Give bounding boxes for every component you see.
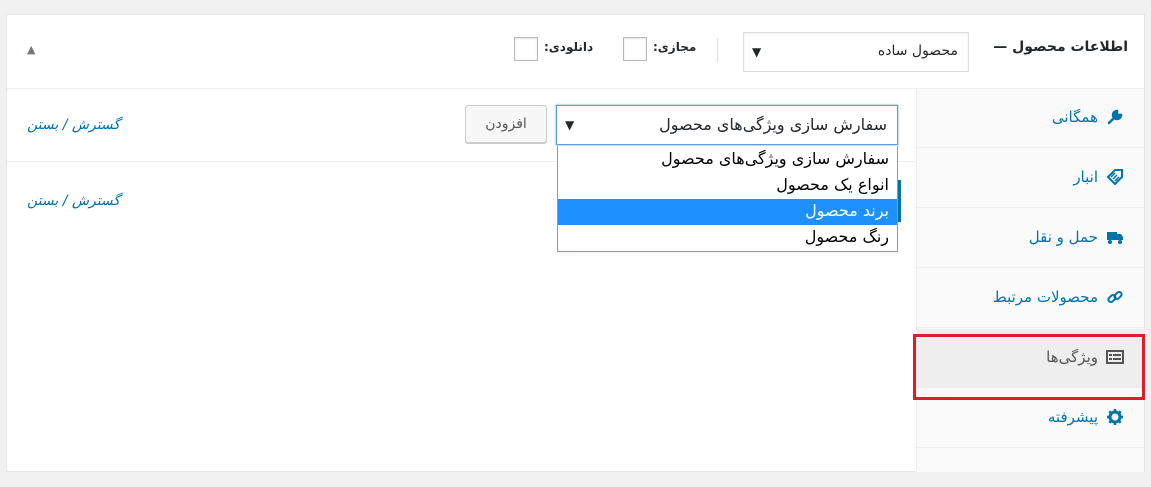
dropdown-option[interactable]: انواع یک محصول [558,173,897,199]
product-type-value: محصول ساده [877,43,958,59]
tag-icon [1104,168,1124,188]
downloadable-label: دانلودی: [544,40,594,54]
dropdown-option[interactable]: سفارش سازی ویژگی‌های محصول [558,147,897,173]
dropdown-option-selected[interactable]: برند محصول [558,199,897,225]
dropdown-option[interactable]: رنگ محصول [558,225,897,251]
truck-icon [1104,228,1124,248]
tab-label: محصولات مرتبط [992,288,1098,306]
collapse-triangle-icon[interactable]: ▲ [27,43,35,56]
add-attribute-button[interactable]: افزودن [465,105,547,143]
virtual-label: مجازی: [653,40,697,54]
attribute-taxonomy-select[interactable]: سفارش سازی ویژگی‌های محصول ▼ [556,105,898,145]
attribute-select-value: سفارش سازی ویژگی‌های محصول [659,115,887,134]
table-icon [1104,348,1124,368]
chevron-down-icon: ▼ [752,45,762,59]
tab-shipping[interactable]: حمل و نقل [916,209,1144,268]
attribute-options-list: سفارش سازی ویژگی‌های محصول انواع یک محصو… [557,146,898,252]
tab-attributes[interactable]: ویژگی‌ها [916,329,1144,388]
downloadable-option: دانلودی: [514,37,609,61]
tab-linked-products[interactable]: محصولات مرتبط [916,269,1144,328]
tab-label: حمل و نقل [1028,228,1098,246]
attribute-row-edge [898,180,901,222]
tab-label: انبار [1073,168,1098,186]
tab-label: همگانی [1051,108,1098,126]
tab-advanced[interactable]: پیشرفته [916,389,1144,448]
product-data-tabs: همگانی انبار حمل و نقل محصولات مرتبط ویژ… [916,89,1144,472]
product-type-select[interactable]: محصول ساده ▼ [743,32,969,72]
virtual-checkbox[interactable] [623,37,647,61]
gear-icon [1104,408,1124,428]
wrench-icon [1104,108,1124,128]
tab-inventory[interactable]: انبار [916,149,1144,208]
divider [717,38,718,62]
downloadable-checkbox[interactable] [514,37,538,61]
link-icon [1104,288,1124,308]
tab-general[interactable]: همگانی [916,89,1144,148]
tab-label: ویژگی‌ها [1046,348,1098,366]
virtual-option: مجازی: [623,37,713,61]
panel-title: اطلاعات محصول — [993,39,1128,55]
tab-label: پیشرفته [1047,408,1098,426]
chevron-down-icon: ▼ [565,118,575,132]
product-data-panel: اطلاعات محصول — محصول ساده ▼ مجازی: دانل… [6,14,1145,472]
expand-collapse-link-bottom[interactable]: گسترش / بستن [27,193,120,209]
panel-header: اطلاعات محصول — محصول ساده ▼ مجازی: دانل… [7,15,1144,89]
expand-collapse-link[interactable]: گسترش / بستن [27,117,120,133]
